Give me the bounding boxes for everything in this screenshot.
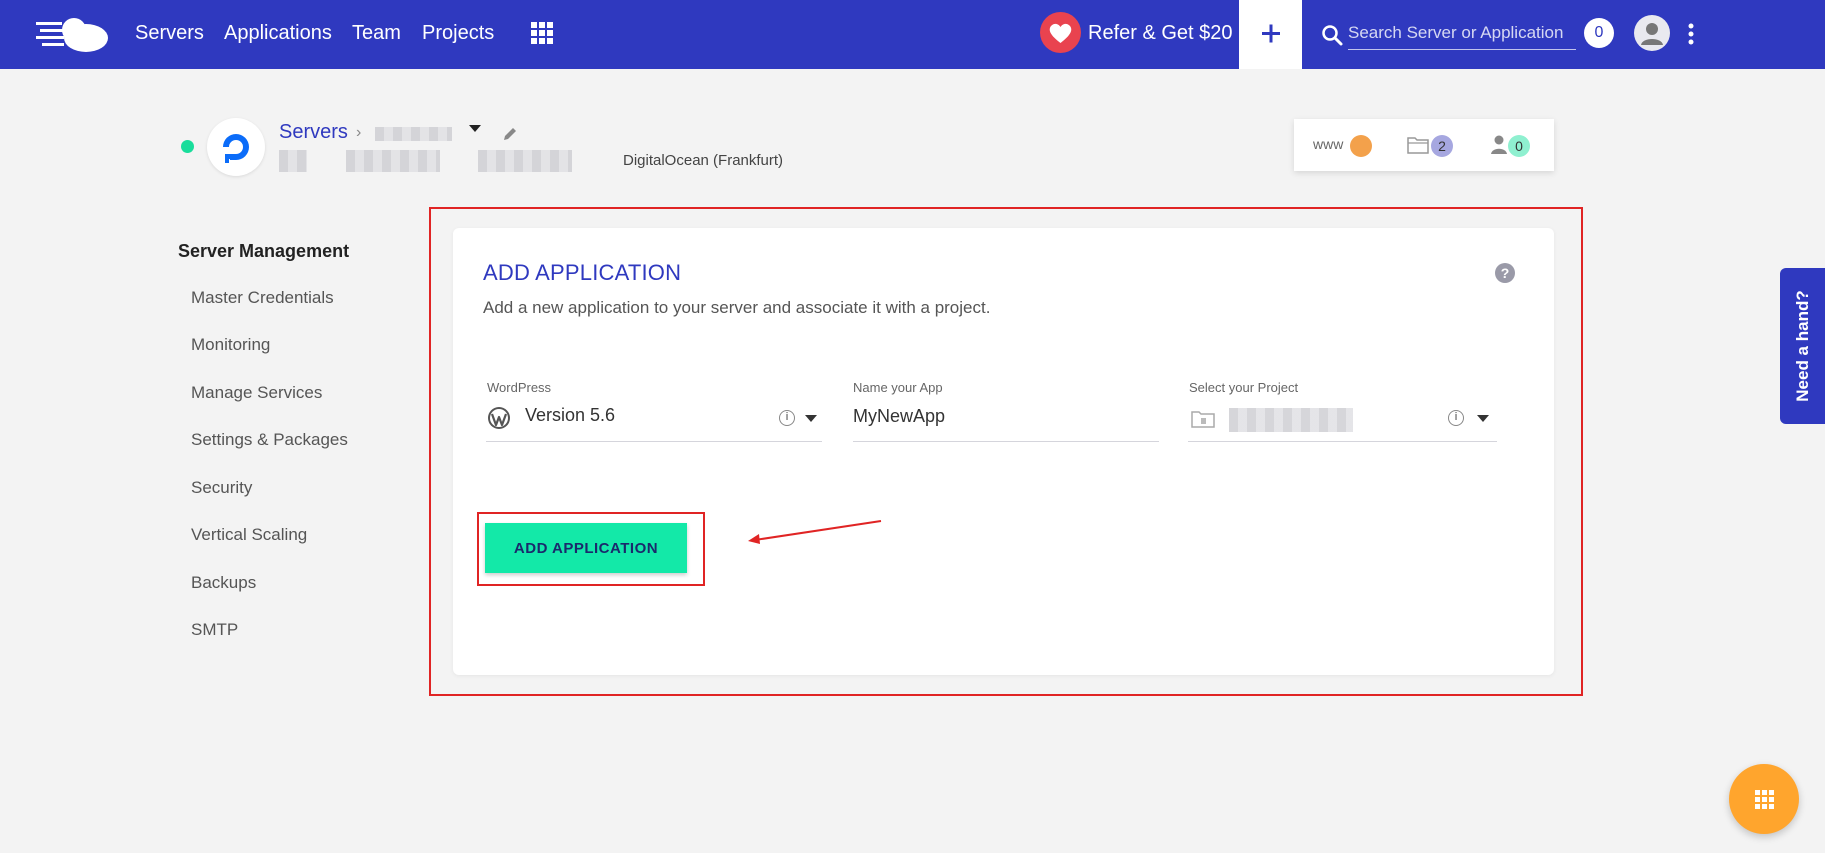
top-navbar: Servers Applications Team Projects Refer… <box>0 0 1825 69</box>
annotation-arrow-icon <box>748 520 882 544</box>
project-folder-icon <box>1191 411 1215 428</box>
nav-applications[interactable]: Applications <box>224 22 332 45</box>
sidebar-item-security[interactable]: Security <box>191 478 252 498</box>
floating-menu-button[interactable] <box>1729 764 1799 834</box>
team-member-icon <box>1491 135 1507 154</box>
sidebar-item-manage-services[interactable]: Manage Services <box>191 383 322 403</box>
app-type-info-icon[interactable]: i <box>779 410 795 426</box>
project-dropdown-caret-icon[interactable] <box>1477 415 1489 422</box>
folder-icon <box>1407 137 1429 154</box>
folders-count-badge[interactable]: 2 <box>1431 135 1453 157</box>
cloudways-logo[interactable] <box>36 14 112 54</box>
app-type-label: WordPress <box>487 380 552 395</box>
need-a-hand-tab[interactable]: Need a hand? <box>1780 268 1825 424</box>
app-type-underline <box>486 441 822 442</box>
server-status-indicator <box>181 140 194 153</box>
apps-grid-icon[interactable] <box>531 22 553 44</box>
nav-projects[interactable]: Projects <box>422 22 494 45</box>
search-icon <box>1322 25 1343 46</box>
help-icon[interactable]: ? <box>1495 263 1515 283</box>
app-version-value[interactable]: Version 5.6 <box>525 405 615 426</box>
server-info-redacted <box>478 150 572 172</box>
sidebar-item-monitoring[interactable]: Monitoring <box>191 335 270 355</box>
server-info-redacted <box>279 150 307 172</box>
nav-team[interactable]: Team <box>352 22 401 45</box>
server-provider: DigitalOcean (Frankfurt) <box>623 152 784 169</box>
server-name-redacted[interactable] <box>375 127 452 141</box>
add-application-button[interactable]: ADD APPLICATION <box>485 523 687 573</box>
breadcrumb-servers[interactable]: Servers <box>279 121 348 144</box>
project-label: Select your Project <box>1189 380 1299 395</box>
project-underline <box>1188 441 1497 442</box>
plus-icon <box>1262 24 1280 43</box>
nav-servers[interactable]: Servers <box>135 22 204 45</box>
breadcrumb-chevron-icon: › <box>356 124 362 141</box>
server-info-redacted <box>346 150 440 172</box>
sidebar-item-master-credentials[interactable]: Master Credentials <box>191 288 334 308</box>
sidebar-title: Server Management <box>178 241 350 261</box>
more-options-icon[interactable] <box>1684 22 1698 46</box>
app-name-input[interactable] <box>853 398 1153 434</box>
sidebar-item-settings-packages[interactable]: Settings & Packages <box>191 430 348 450</box>
add-new-button[interactable] <box>1239 0 1302 69</box>
sidebar-item-vertical-scaling[interactable]: Vertical Scaling <box>191 525 307 545</box>
heart-icon[interactable] <box>1040 12 1081 53</box>
card-title: ADD APPLICATION <box>483 260 682 285</box>
wordpress-icon <box>488 407 510 429</box>
app-name-label: Name your App <box>853 380 943 395</box>
avatar[interactable] <box>1634 15 1670 51</box>
sidebar-item-smtp[interactable]: SMTP <box>191 620 238 640</box>
members-count-badge[interactable]: 0 <box>1508 135 1530 157</box>
server-stats-card: www 2 0 <box>1294 119 1554 171</box>
project-info-icon[interactable]: i <box>1448 410 1464 426</box>
server-dropdown-caret-icon[interactable] <box>469 125 481 132</box>
user-icon <box>1641 23 1663 45</box>
search-input[interactable] <box>1348 16 1576 50</box>
refer-link[interactable]: Refer & Get $20 <box>1088 22 1233 45</box>
digitalocean-logo <box>207 118 265 176</box>
notifications-badge[interactable]: 0 <box>1584 18 1614 48</box>
need-a-hand-label: Need a hand? <box>1792 290 1812 402</box>
www-label: www <box>1313 136 1344 152</box>
app-name-underline <box>853 441 1159 442</box>
card-description: Add a new application to your server and… <box>483 298 991 317</box>
add-application-card: ADD APPLICATION Add a new application to… <box>453 228 1554 675</box>
project-name-redacted[interactable] <box>1229 408 1353 432</box>
www-count-badge[interactable] <box>1350 135 1372 157</box>
grid-menu-icon <box>1755 790 1774 809</box>
edit-icon[interactable] <box>501 125 519 143</box>
sidebar-item-backups[interactable]: Backups <box>191 573 256 593</box>
app-type-dropdown-caret-icon[interactable] <box>805 415 817 422</box>
